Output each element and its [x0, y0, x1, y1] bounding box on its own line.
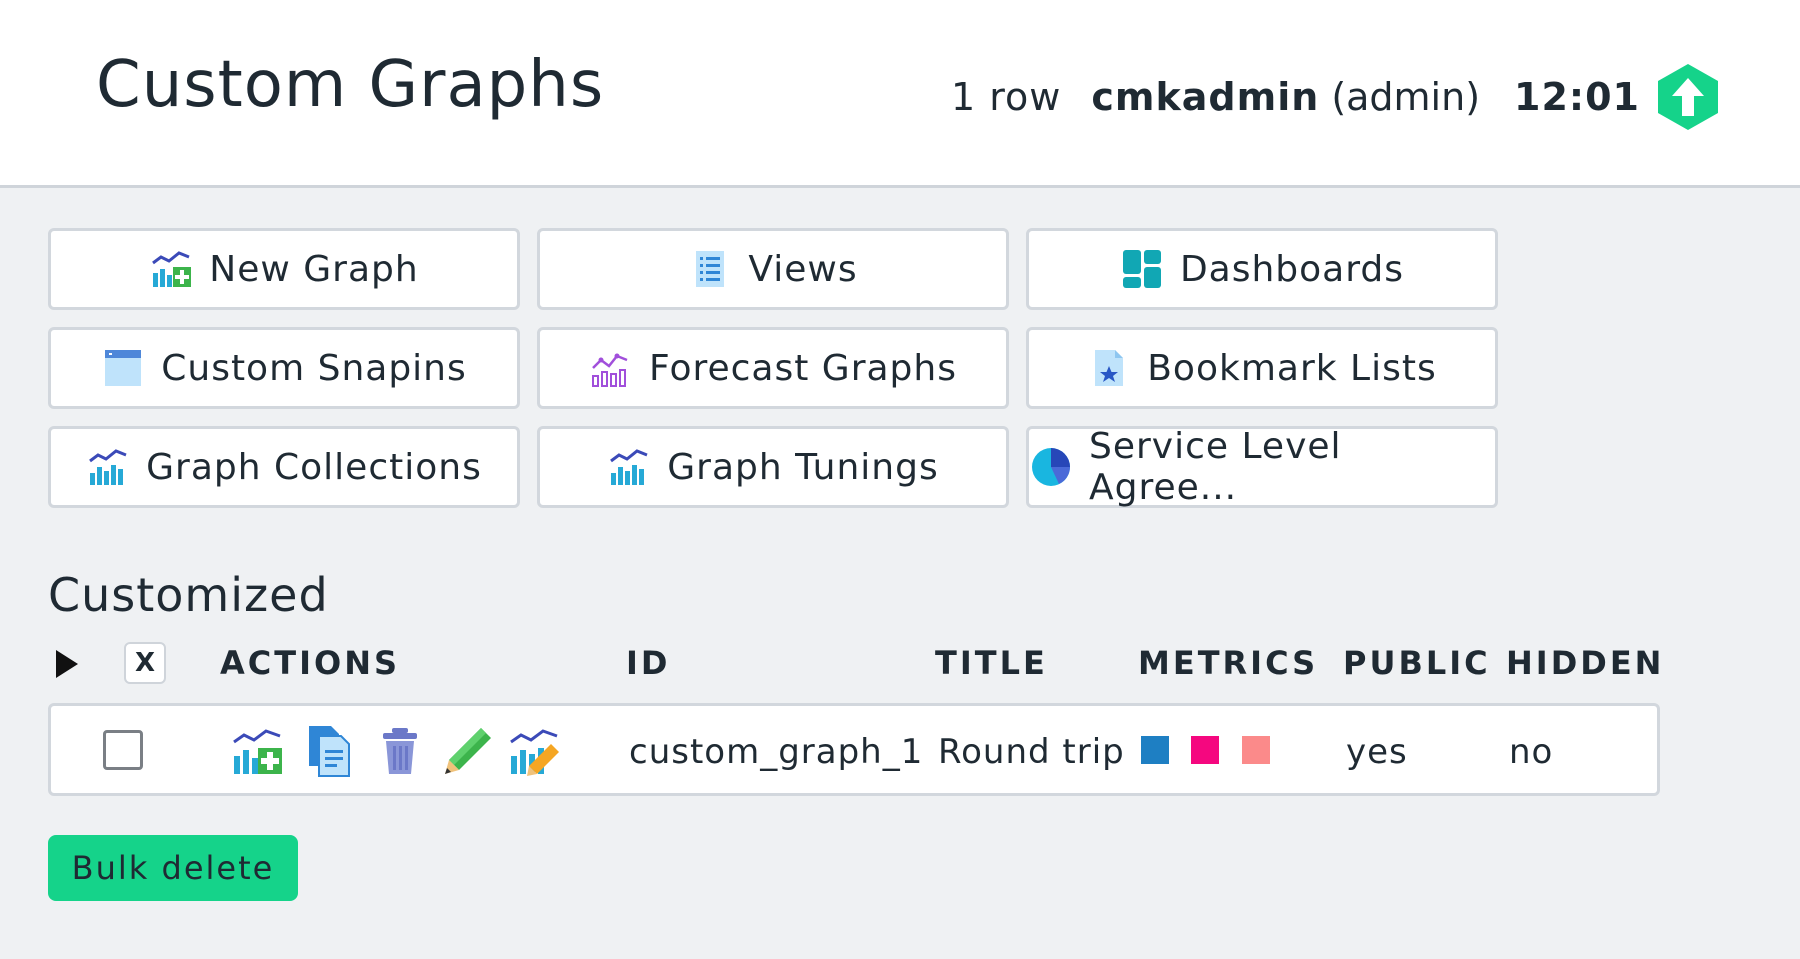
dashboard-icon	[1120, 247, 1164, 291]
column-title[interactable]: TITLE	[935, 644, 1048, 682]
service-level-agreements-label: Service Level Agree...	[1089, 426, 1342, 508]
public-value: yes	[1346, 732, 1408, 772]
custom-snapins-label: Custom Snapins	[161, 347, 467, 389]
page-title: Custom Graphs	[96, 48, 605, 122]
related-pages-grid: New Graph Views Dashboards Custom Snapin…	[48, 228, 1498, 508]
bookmark-icon	[1087, 346, 1131, 390]
clear-selection-button[interactable]: X	[124, 642, 166, 684]
graph-collections-button[interactable]: Graph Collections	[48, 426, 520, 508]
pie-chart-icon	[1029, 445, 1073, 489]
edit-pencil-icon[interactable]	[441, 724, 495, 778]
bulk-delete-button[interactable]: Bulk delete	[48, 835, 298, 901]
new-graph-label: New Graph	[209, 248, 419, 290]
column-id[interactable]: ID	[626, 644, 670, 682]
clone-graph-icon[interactable]	[230, 724, 284, 778]
graph-collections-label: Graph Collections	[146, 446, 482, 488]
page-header: Custom Graphs 1 row cmkadmin (admin) 12:…	[0, 0, 1800, 188]
table-header: X ACTIONS ID TITLE METRICS PUBLIC HIDDEN	[48, 640, 1661, 690]
forecast-graphs-label: Forecast Graphs	[649, 347, 957, 389]
bookmark-lists-button[interactable]: Bookmark Lists	[1026, 327, 1498, 409]
snapin-icon	[101, 346, 145, 390]
metric-color-swatch	[1191, 736, 1219, 764]
row-checkbox[interactable]	[103, 730, 143, 770]
forecast-graphs-button[interactable]: Forecast Graphs	[537, 327, 1009, 409]
column-hidden[interactable]: HIDDEN	[1506, 644, 1664, 682]
graph-tuning-edit-icon[interactable]	[507, 724, 561, 778]
column-public[interactable]: PUBLIC	[1343, 644, 1491, 682]
table-row: custom_graph_1 Round trip yes no	[48, 703, 1660, 796]
column-actions: ACTIONS	[220, 644, 401, 682]
metric-color-swatch	[1242, 736, 1270, 764]
header-status: 1 row cmkadmin (admin) 12:01	[951, 62, 1720, 132]
bookmark-lists-label: Bookmark Lists	[1147, 347, 1437, 389]
hidden-value: no	[1509, 732, 1554, 772]
user-name[interactable]: cmkadmin	[1091, 75, 1319, 119]
row-count: 1 row	[951, 75, 1062, 119]
list-view-icon	[688, 247, 732, 291]
graph-title: Round trip	[938, 732, 1125, 772]
user-role: (admin)	[1331, 75, 1481, 119]
column-metrics[interactable]: METRICS	[1138, 644, 1318, 682]
metric-color-swatch	[1141, 736, 1169, 764]
service-level-agreements-button[interactable]: Service Level Agree...	[1026, 426, 1498, 508]
checkmk-logo-icon[interactable]	[1656, 62, 1720, 132]
dashboards-label: Dashboards	[1179, 248, 1405, 290]
new-graph-button[interactable]: New Graph	[48, 228, 520, 310]
custom-snapins-button[interactable]: Custom Snapins	[48, 327, 520, 409]
graph-tunings-label: Graph Tunings	[667, 446, 939, 488]
copy-document-icon[interactable]	[303, 724, 357, 778]
graph-tuning-icon	[607, 445, 651, 489]
graph-collection-icon	[86, 445, 130, 489]
new-graph-icon	[149, 247, 193, 291]
section-title: Customized	[48, 568, 329, 622]
views-button[interactable]: Views	[537, 228, 1009, 310]
graph-id: custom_graph_1	[629, 732, 924, 772]
trash-icon[interactable]	[373, 724, 427, 778]
views-label: Views	[748, 248, 858, 290]
graph-tunings-button[interactable]: Graph Tunings	[537, 426, 1009, 508]
dashboards-button[interactable]: Dashboards	[1026, 228, 1498, 310]
forecast-graph-icon	[589, 346, 633, 390]
expand-triangle-icon[interactable]	[56, 650, 78, 678]
clock: 12:01	[1514, 75, 1640, 119]
